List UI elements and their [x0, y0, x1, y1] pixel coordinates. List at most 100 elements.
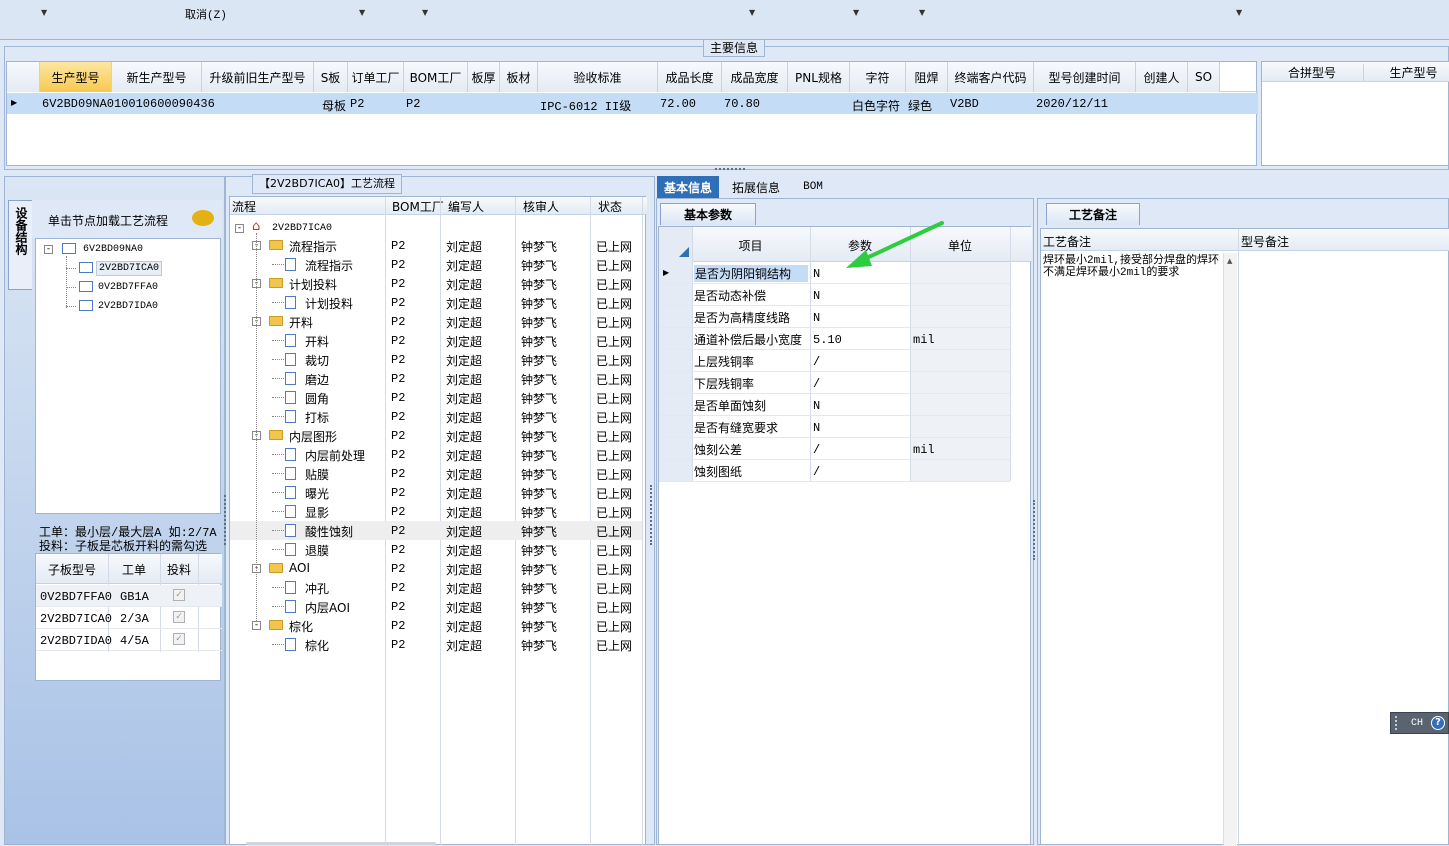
tab-extended-info[interactable]: 拓展信息	[725, 176, 787, 198]
col-header[interactable]: 生产型号	[40, 62, 112, 92]
param-value[interactable]: N	[813, 421, 820, 435]
flow-name[interactable]: 磨边	[305, 371, 329, 388]
param-row[interactable]: ▶ 是否为阴阳铜结构 N	[659, 262, 1010, 284]
cell[interactable]: 6V2BD09NA0	[42, 97, 114, 111]
param-row[interactable]: 通道补偿后最小宽度 5.10 mil	[659, 328, 1010, 350]
flow-row[interactable]: - 流程指示 P2 刘定超 钟梦飞 已上网	[230, 236, 642, 255]
cell[interactable]: V2BD	[950, 97, 979, 111]
param-row[interactable]: 蚀刻图纸 /	[659, 460, 1010, 482]
col-header[interactable]: 状态	[598, 198, 622, 215]
cell[interactable]: 绿色	[908, 97, 932, 114]
param-value[interactable]: /	[813, 355, 820, 369]
sub-order[interactable]: 4/5A	[120, 634, 149, 648]
flow-row[interactable]: 退膜 P2 刘定超 钟梦飞 已上网	[230, 540, 642, 559]
flow-row[interactable]: 棕化 P2 刘定超 钟梦飞 已上网	[230, 635, 642, 654]
tab-basic-info[interactable]: 基本信息	[657, 176, 719, 198]
param-row[interactable]: 是否为高精度线路 N	[659, 306, 1010, 328]
cell[interactable]: 70.80	[724, 97, 760, 111]
merge-col-header[interactable]: 生产型号	[1363, 64, 1449, 81]
flow-row[interactable]: 开料 P2 刘定超 钟梦飞 已上网	[230, 331, 642, 350]
param-row[interactable]: 下层残铜率 /	[659, 372, 1010, 394]
col-header[interactable]: 型号备注	[1241, 233, 1289, 250]
tab-basic-params[interactable]: 基本参数	[660, 203, 756, 225]
flow-row[interactable]: 流程指示 P2 刘定超 钟梦飞 已上网	[230, 255, 642, 274]
vertical-scrollbar[interactable]: ▲	[1223, 253, 1237, 846]
col-header[interactable]: 新生产型号	[112, 62, 202, 92]
col-header[interactable]: 成品长度	[658, 62, 722, 92]
flow-name[interactable]: 棕化	[305, 637, 329, 654]
cell[interactable]: 72.00	[660, 97, 696, 111]
flow-row[interactable]: - 计划投料 P2 刘定超 钟梦飞 已上网	[230, 274, 642, 293]
splitter-handle[interactable]	[224, 495, 228, 545]
col-header[interactable]: SO	[1188, 62, 1220, 92]
flow-row[interactable]: - 开料 P2 刘定超 钟梦飞 已上网	[230, 312, 642, 331]
ime-toolbar[interactable]: CH ?	[1390, 712, 1449, 734]
col-header[interactable]: 创建人	[1136, 62, 1188, 92]
col-header[interactable]: S板	[314, 62, 348, 92]
param-row[interactable]: 蚀刻公差 / mil	[659, 438, 1010, 460]
flow-name[interactable]: 开料	[289, 314, 313, 331]
feed-checkbox[interactable]: ✓	[173, 611, 185, 623]
dropdown-arrow-icon[interactable]: ▼	[1236, 8, 1242, 17]
sub-order[interactable]: 2/3A	[120, 612, 149, 626]
dropdown-arrow-icon[interactable]: ▼	[749, 8, 755, 17]
cell[interactable]: 母板	[322, 97, 346, 114]
flow-row[interactable]: 圆角 P2 刘定超 钟梦飞 已上网	[230, 388, 642, 407]
table-row[interactable]: 0V2BD7FFA0 GB1A ✓	[36, 585, 222, 607]
col-header[interactable]: 字符	[850, 62, 906, 92]
col-header[interactable]: 板材	[500, 62, 538, 92]
flow-name[interactable]: 棕化	[289, 618, 313, 635]
ime-language[interactable]: CH	[1411, 718, 1423, 729]
flow-row[interactable]: 冲孔 P2 刘定超 钟梦飞 已上网	[230, 578, 642, 597]
chat-bubble-icon[interactable]	[192, 210, 214, 226]
cell[interactable]: IPC-6012 II级	[540, 97, 631, 114]
feed-checkbox[interactable]: ✓	[173, 633, 185, 645]
flow-name[interactable]: 退膜	[305, 542, 329, 559]
flow-row[interactable]: 磨边 P2 刘定超 钟梦飞 已上网	[230, 369, 642, 388]
cell[interactable]: P2	[406, 97, 420, 111]
flow-name[interactable]: 显影	[305, 504, 329, 521]
tree-node-selected[interactable]: 2V2BD7ICA0	[96, 261, 163, 276]
flow-name[interactable]: 裁切	[305, 352, 329, 369]
param-value[interactable]: N	[813, 311, 820, 325]
col-header[interactable]: 验收标准	[538, 62, 658, 92]
tree-node[interactable]: 0V2BD7FFA0	[98, 282, 158, 293]
col-header[interactable]: 投料	[160, 561, 198, 578]
col-header[interactable]: 工艺备注	[1043, 233, 1091, 250]
col-header[interactable]: 编写人	[448, 198, 484, 215]
col-header[interactable]: 项目	[692, 237, 809, 254]
tree-node[interactable]: 2V2BD7IDA0	[98, 301, 158, 312]
col-header[interactable]: 核审人	[523, 198, 559, 215]
flow-row[interactable]: - AOI P2 刘定超 钟梦飞 已上网	[230, 559, 642, 578]
flow-name[interactable]: 计划投料	[305, 295, 353, 312]
process-note-text[interactable]: 焊环最小2mil,接受部分焊盘的焊环不满足焊环最小2mil的要求	[1043, 255, 1221, 279]
tab-process-note[interactable]: 工艺备注	[1046, 203, 1140, 225]
flow-name[interactable]: 流程指示	[305, 257, 353, 274]
dropdown-arrow-icon[interactable]: ▼	[919, 8, 925, 17]
col-header[interactable]: 终端客户代码	[948, 62, 1034, 92]
col-header[interactable]: 成品宽度	[722, 62, 788, 92]
flow-row[interactable]: 曝光 P2 刘定超 钟梦飞 已上网	[230, 483, 642, 502]
col-header[interactable]: BOM工厂	[404, 62, 468, 92]
flow-name[interactable]: 曝光	[305, 485, 329, 502]
dropdown-arrow-icon[interactable]: ▼	[41, 8, 47, 17]
sub-order[interactable]: GB1A	[120, 590, 149, 604]
feed-checkbox[interactable]: ✓	[173, 589, 185, 601]
param-value[interactable]: /	[813, 465, 820, 479]
table-row[interactable]: 2V2BD7IDA0 4/5A ✓	[36, 629, 222, 651]
flow-row[interactable]: 显影 P2 刘定超 钟梦飞 已上网	[230, 502, 642, 521]
vertical-tab-equipment[interactable]: 设备结构	[8, 200, 32, 290]
col-header[interactable]: 升级前旧生产型号	[202, 62, 314, 92]
param-value[interactable]: N	[813, 267, 820, 281]
flow-name[interactable]: 打标	[305, 409, 329, 426]
table-row[interactable]: 2V2BD7ICA0 2/3A ✓	[36, 607, 222, 629]
cell[interactable]: P2	[350, 97, 364, 111]
flow-row[interactable]: 计划投料 P2 刘定超 钟梦飞 已上网	[230, 293, 642, 312]
col-header[interactable]: 工单	[108, 561, 160, 578]
col-header[interactable]: 阻焊	[906, 62, 948, 92]
flow-row[interactable]: 内层AOI P2 刘定超 钟梦飞 已上网	[230, 597, 642, 616]
cell[interactable]: 2020/12/11	[1036, 97, 1108, 111]
flow-name[interactable]: 贴膜	[305, 466, 329, 483]
param-value[interactable]: 5.10	[813, 333, 842, 347]
param-value[interactable]: /	[813, 443, 820, 457]
